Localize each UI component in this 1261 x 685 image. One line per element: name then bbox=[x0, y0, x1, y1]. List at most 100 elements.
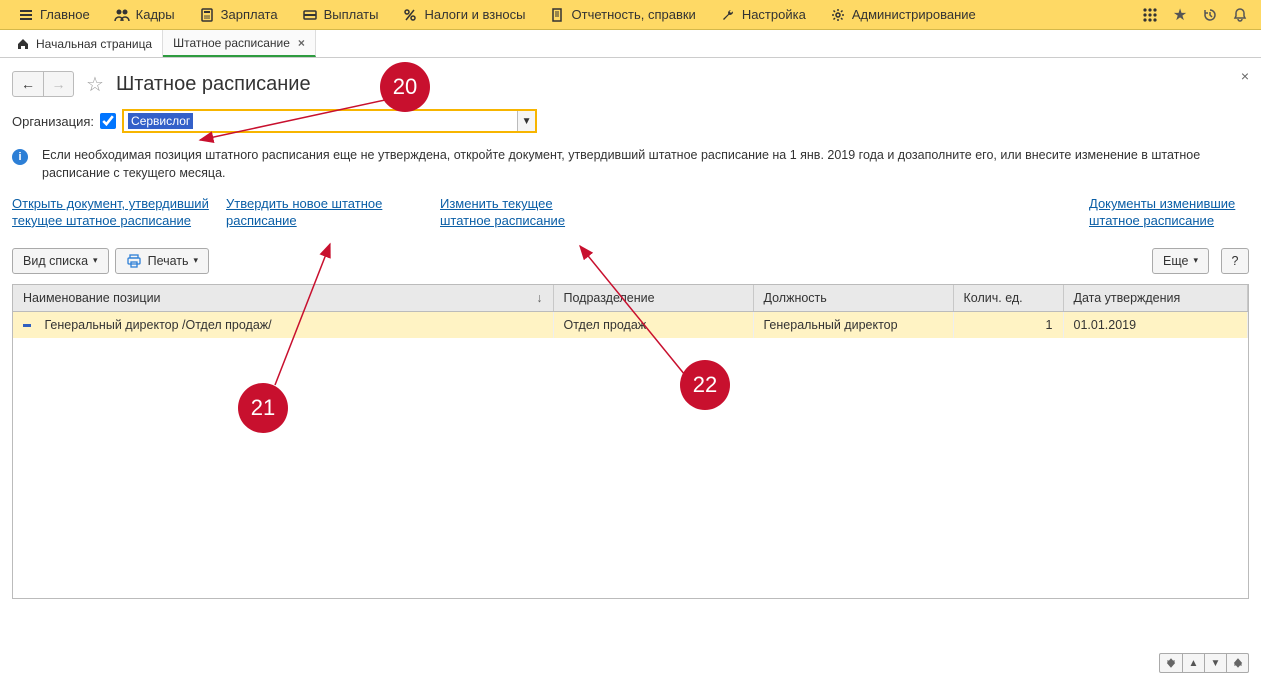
tab-label: Начальная страница bbox=[36, 37, 152, 51]
organization-value: Сервислог bbox=[128, 113, 193, 129]
menu-label: Настройка bbox=[742, 7, 806, 22]
document-icon bbox=[550, 7, 566, 23]
cell-name: Генеральный директор /Отдел продаж/ bbox=[13, 311, 553, 338]
print-label: Печать bbox=[148, 254, 189, 268]
row-icon bbox=[23, 324, 31, 327]
menu-admin[interactable]: Администрирование bbox=[818, 0, 988, 29]
star-icon[interactable]: ★ bbox=[1165, 0, 1195, 30]
page-title: Штатное расписание bbox=[116, 73, 311, 96]
gear-icon bbox=[830, 7, 846, 23]
history-icon[interactable] bbox=[1195, 0, 1225, 30]
tab-staff[interactable]: Штатное расписание × bbox=[163, 30, 316, 57]
organization-checkbox[interactable] bbox=[100, 113, 116, 129]
wallet-icon bbox=[302, 7, 318, 23]
scroll-bottom-button[interactable] bbox=[1226, 654, 1248, 672]
page-content: × ← → ☆ Штатное расписание Организация: … bbox=[0, 58, 1261, 604]
nav-buttons: ← → bbox=[12, 71, 74, 97]
staff-table: Наименование позиции ↓ Подразделение Дол… bbox=[13, 285, 1248, 338]
nav-back-button[interactable]: ← bbox=[13, 72, 43, 96]
home-icon bbox=[16, 37, 30, 51]
cell-date: 01.01.2019 bbox=[1063, 311, 1248, 338]
view-button[interactable]: Вид списка ▾ bbox=[12, 248, 109, 274]
favorite-star-icon[interactable]: ☆ bbox=[86, 72, 104, 97]
col-header-dept[interactable]: Подразделение bbox=[553, 285, 753, 312]
scroll-down-button[interactable]: ▼ bbox=[1204, 654, 1226, 672]
table-wrap: Наименование позиции ↓ Подразделение Дол… bbox=[12, 284, 1249, 599]
cell-role: Генеральный директор bbox=[753, 311, 953, 338]
top-right-icons: ★ bbox=[1135, 0, 1255, 29]
menu-label: Налоги и взносы bbox=[424, 7, 525, 22]
view-label: Вид списка bbox=[23, 254, 88, 268]
header-row: ← → ☆ Штатное расписание bbox=[12, 71, 1249, 97]
top-menu: Главное Кадры Зарплата Выплаты Налоги и … bbox=[0, 0, 1261, 30]
menu-label: Администрирование bbox=[852, 7, 976, 22]
close-icon[interactable]: × bbox=[298, 36, 305, 50]
menu-label: Отчетность, справки bbox=[572, 7, 696, 22]
col-label: Подразделение bbox=[564, 291, 655, 305]
menu-settings[interactable]: Настройка bbox=[708, 0, 818, 29]
col-label: Должность bbox=[764, 291, 827, 305]
percent-icon bbox=[402, 7, 418, 23]
col-header-role[interactable]: Должность bbox=[753, 285, 953, 312]
toolbar: Вид списка ▾ Печать ▾ Еще ▾ ? bbox=[12, 248, 1249, 274]
col-label: Дата утверждения bbox=[1074, 291, 1181, 305]
organization-input-wrap: Сервислог ▼ bbox=[122, 109, 537, 133]
menu-reports[interactable]: Отчетность, справки bbox=[538, 0, 708, 29]
close-page-icon[interactable]: × bbox=[1241, 68, 1249, 84]
sort-down-icon: ↓ bbox=[536, 291, 542, 305]
organization-label: Организация: bbox=[12, 114, 94, 129]
menu-payments[interactable]: Выплаты bbox=[290, 0, 391, 29]
wrench-icon bbox=[720, 7, 736, 23]
col-header-date[interactable]: Дата утверждения bbox=[1063, 285, 1248, 312]
tab-home[interactable]: Начальная страница bbox=[6, 30, 163, 57]
apps-icon[interactable] bbox=[1135, 0, 1165, 30]
more-label: Еще bbox=[1163, 254, 1188, 268]
toolbar-right: Еще ▾ ? bbox=[1152, 248, 1249, 274]
nav-forward-button[interactable]: → bbox=[43, 72, 73, 96]
cell-value: Генеральный директор /Отдел продаж/ bbox=[44, 318, 271, 332]
help-label: ? bbox=[1232, 254, 1239, 268]
menu-label: Главное bbox=[40, 7, 90, 22]
caret-icon: ▾ bbox=[1193, 255, 1198, 266]
table-row[interactable]: Генеральный директор /Отдел продаж/ Отде… bbox=[13, 311, 1248, 338]
printer-icon bbox=[126, 253, 142, 269]
menu-taxes[interactable]: Налоги и взносы bbox=[390, 0, 537, 29]
caret-icon: ▾ bbox=[93, 255, 98, 266]
col-label: Наименование позиции bbox=[23, 291, 161, 305]
info-row: i Если необходимая позиция штатного расп… bbox=[12, 147, 1249, 182]
scroll-buttons: ▲ ▼ bbox=[1159, 653, 1249, 673]
link-open-document[interactable]: Открыть документ, утвердивший текущее шт… bbox=[12, 196, 212, 230]
col-header-name[interactable]: Наименование позиции ↓ bbox=[13, 285, 553, 312]
link-documents-changed[interactable]: Документы изменившие штатное расписание bbox=[1089, 196, 1249, 230]
col-header-qty[interactable]: Колич. ед. bbox=[953, 285, 1063, 312]
scroll-top-button[interactable] bbox=[1160, 654, 1182, 672]
menu-label: Зарплата bbox=[221, 7, 278, 22]
link-approve-new[interactable]: Утвердить новое штатное расписание bbox=[226, 196, 426, 230]
menu-label: Выплаты bbox=[324, 7, 379, 22]
menu-label: Кадры bbox=[136, 7, 175, 22]
table-header-row: Наименование позиции ↓ Подразделение Дол… bbox=[13, 285, 1248, 312]
scroll-up-button[interactable]: ▲ bbox=[1182, 654, 1204, 672]
help-button[interactable]: ? bbox=[1221, 248, 1249, 274]
calculator-icon bbox=[199, 7, 215, 23]
info-icon: i bbox=[12, 149, 28, 165]
more-button[interactable]: Еще ▾ bbox=[1152, 248, 1209, 274]
menu-salary[interactable]: Зарплата bbox=[187, 0, 290, 29]
cell-qty: 1 bbox=[953, 311, 1063, 338]
people-icon bbox=[114, 7, 130, 23]
tabs-bar: Начальная страница Штатное расписание × bbox=[0, 30, 1261, 58]
col-label: Колич. ед. bbox=[964, 291, 1023, 305]
menu-main[interactable]: Главное bbox=[6, 0, 102, 29]
bell-icon[interactable] bbox=[1225, 0, 1255, 30]
menu-hr[interactable]: Кадры bbox=[102, 0, 187, 29]
cell-dept: Отдел продаж bbox=[553, 311, 753, 338]
link-change-current[interactable]: Изменить текущее штатное расписание bbox=[440, 196, 590, 230]
caret-icon: ▾ bbox=[194, 255, 199, 266]
tab-label: Штатное расписание bbox=[173, 36, 290, 50]
organization-input[interactable]: Сервислог bbox=[124, 111, 517, 131]
hamburger-icon bbox=[18, 7, 34, 23]
info-text: Если необходимая позиция штатного распис… bbox=[42, 147, 1249, 182]
links-row: Открыть документ, утвердивший текущее шт… bbox=[12, 196, 1249, 230]
print-button[interactable]: Печать ▾ bbox=[115, 248, 209, 274]
organization-dropdown-button[interactable]: ▼ bbox=[517, 111, 535, 131]
